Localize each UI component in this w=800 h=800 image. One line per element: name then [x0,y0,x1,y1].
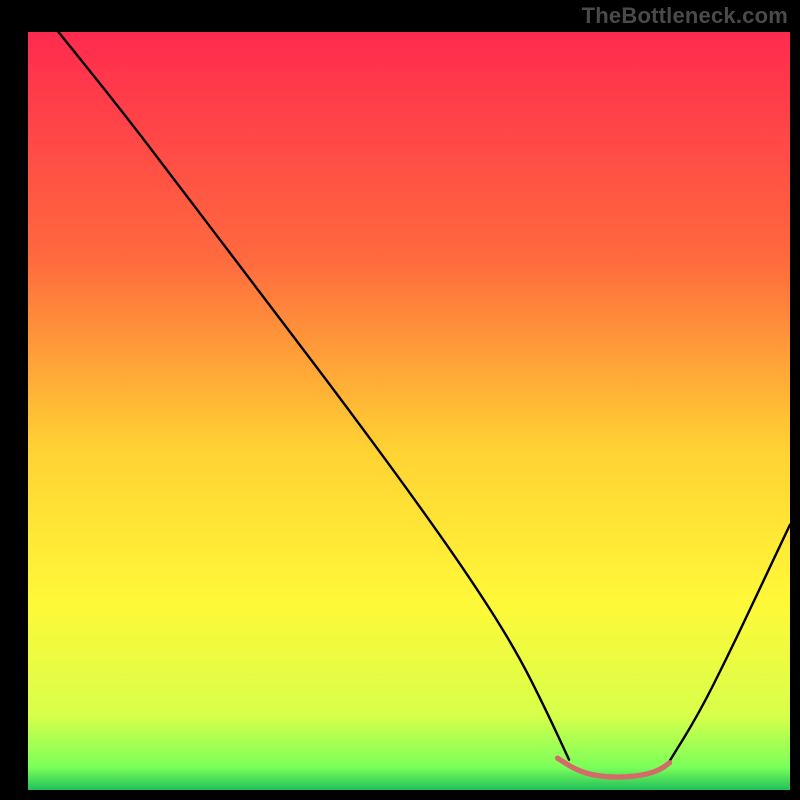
bottleneck-chart [0,0,800,800]
watermark-text: TheBottleneck.com [582,3,788,29]
chart-background [28,32,790,790]
